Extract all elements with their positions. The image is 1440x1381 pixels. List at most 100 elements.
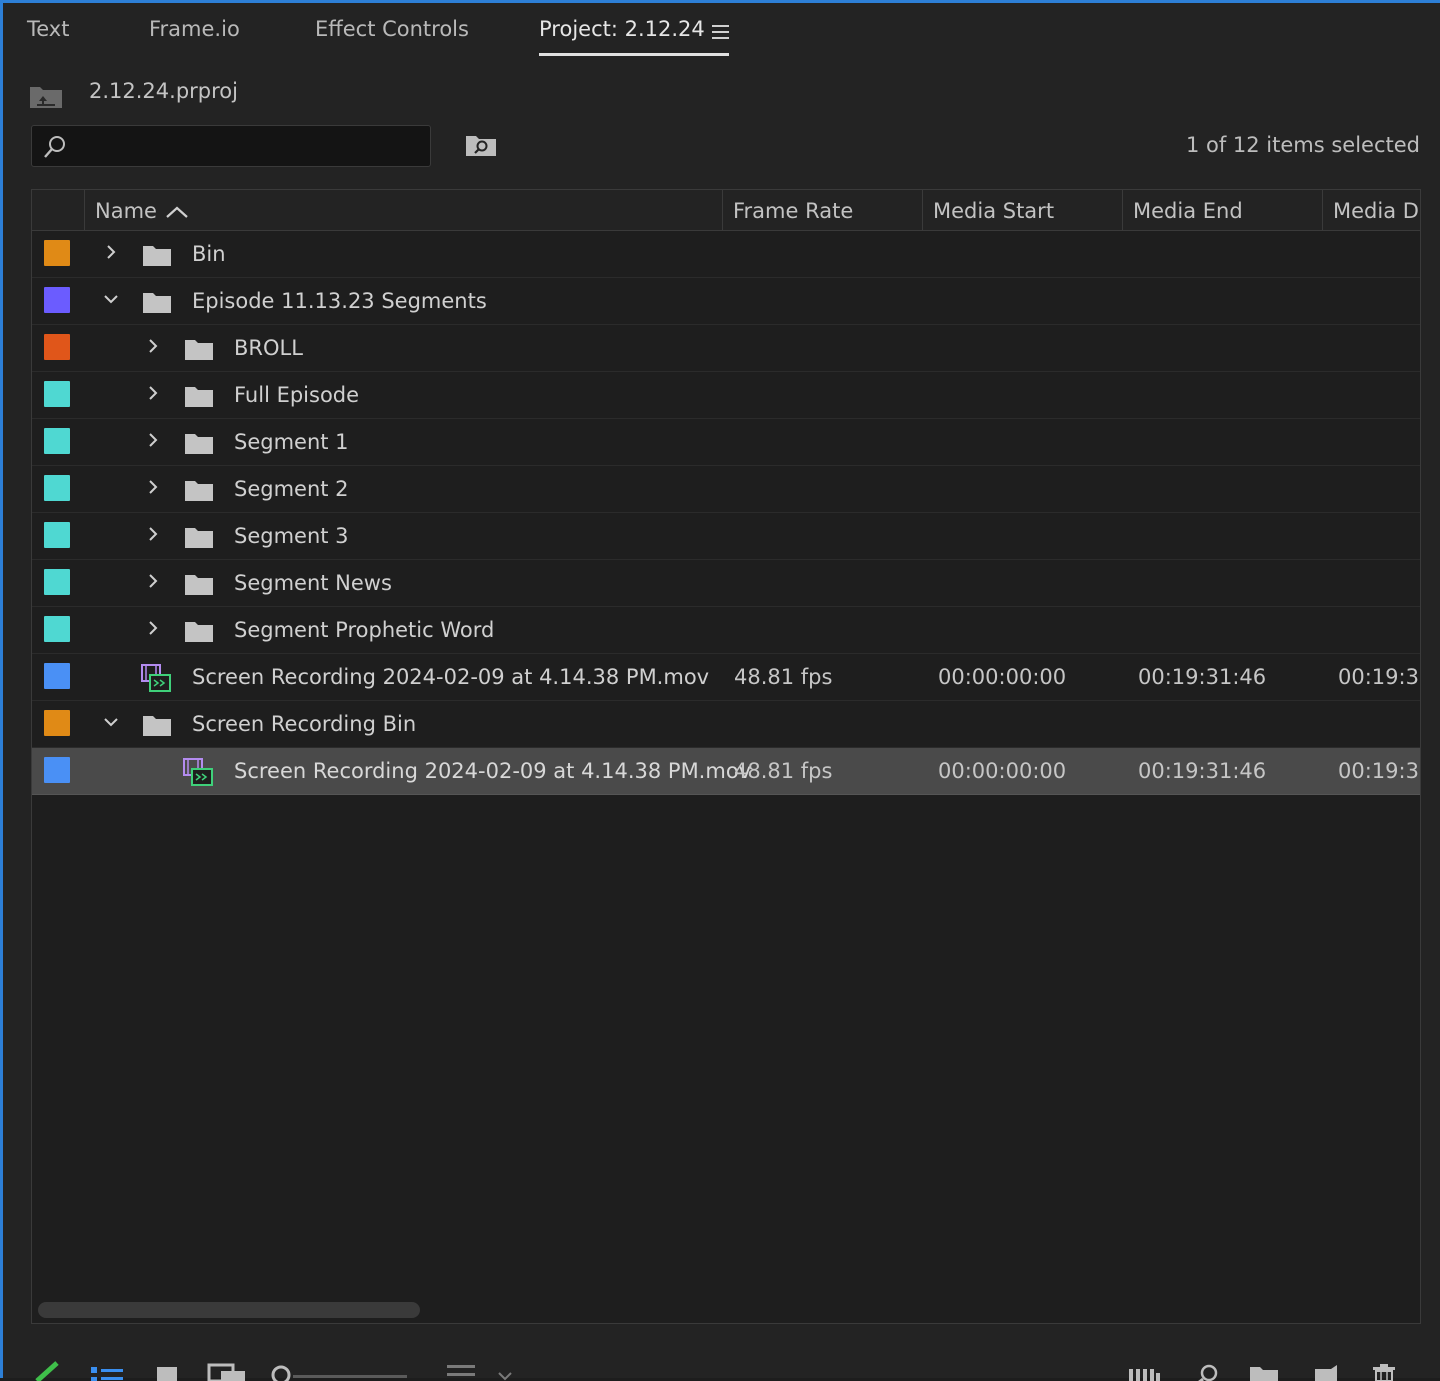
chevron-right-icon[interactable]	[102, 243, 120, 261]
column-header-media-end[interactable]: Media End	[1122, 190, 1322, 230]
label-color-swatch[interactable]	[44, 663, 70, 689]
label-color-swatch[interactable]	[44, 475, 70, 501]
bin-row[interactable]: Segment 1	[32, 419, 1420, 466]
bin-row[interactable]: Screen Recording Bin	[32, 701, 1420, 748]
item-name[interactable]: Screen Recording 2024-02-09 at 4.14.38 P…	[192, 665, 709, 689]
label-color-swatch[interactable]	[44, 616, 70, 642]
folder-icon	[185, 481, 213, 501]
column-header-name-label: Name	[95, 199, 157, 223]
chevron-right-icon[interactable]	[144, 525, 162, 543]
media-start-cell: 00:00:00:00	[938, 665, 1067, 689]
frame-rate-cell: 48.81 fps	[734, 759, 833, 783]
sort-ascending-icon	[166, 206, 188, 218]
item-name[interactable]: Segment 1	[234, 430, 349, 454]
search-icon	[44, 136, 65, 158]
table-body: Bin Episode 11.13.23 Segments BROLL Full Ep…	[32, 231, 1420, 795]
pencil-icon[interactable]	[33, 1361, 63, 1381]
tab-project[interactable]: Project: 2.12.24	[539, 17, 705, 41]
column-header-media-duration[interactable]: Media Du	[1322, 190, 1420, 230]
automate-to-sequence-icon[interactable]	[1127, 1361, 1161, 1381]
item-name[interactable]: Segment News	[234, 571, 392, 595]
item-name[interactable]: BROLL	[234, 336, 303, 360]
bin-row[interactable]: Segment Prophetic Word	[32, 607, 1420, 654]
panel-menu-icon[interactable]	[712, 25, 729, 41]
bin-row[interactable]: BROLL	[32, 325, 1420, 372]
selection-status: 1 of 12 items selected	[1185, 133, 1420, 157]
clear-icon[interactable]	[1371, 1361, 1397, 1381]
bin-row[interactable]: Segment 3	[32, 513, 1420, 560]
item-name[interactable]: Segment Prophetic Word	[234, 618, 494, 642]
search-input[interactable]	[82, 130, 426, 164]
bin-row[interactable]: Bin	[32, 231, 1420, 278]
item-name[interactable]: Full Episode	[234, 383, 359, 407]
media-start-cell: 00:00:00:00	[938, 759, 1067, 783]
item-name[interactable]: Bin	[192, 242, 226, 266]
media-duration-cell: 00:19:31	[1338, 759, 1420, 783]
label-color-swatch[interactable]	[44, 522, 70, 548]
bin-row[interactable]: Segment 2	[32, 466, 1420, 513]
chevron-right-icon[interactable]	[144, 619, 162, 637]
chevron-right-icon[interactable]	[144, 572, 162, 590]
panel-tab-bar: Text Frame.io Effect Controls Project: 2…	[3, 3, 1440, 63]
list-view-icon[interactable]	[91, 1361, 125, 1381]
label-color-swatch[interactable]	[44, 334, 70, 360]
column-header-name[interactable]: Name	[84, 190, 722, 230]
navigate-up-folder-icon[interactable]	[29, 83, 63, 109]
chevron-right-icon[interactable]	[144, 337, 162, 355]
table-header: Name Frame Rate Media Start Media End Me…	[32, 190, 1420, 231]
freeform-view-icon[interactable]	[207, 1361, 247, 1381]
clip-row[interactable]: Screen Recording 2024-02-09 at 4.14.38 P…	[32, 748, 1420, 795]
project-panel: Text Frame.io Effect Controls Project: 2…	[0, 0, 1440, 1381]
search-box[interactable]	[31, 125, 431, 167]
item-name[interactable]: Segment 2	[234, 477, 349, 501]
item-name[interactable]: Segment 3	[234, 524, 349, 548]
item-name[interactable]: Screen Recording Bin	[192, 712, 416, 736]
tab-frameio[interactable]: Frame.io	[149, 17, 240, 41]
item-name[interactable]: Screen Recording 2024-02-09 at 4.14.38 P…	[234, 759, 751, 783]
folder-icon	[143, 716, 171, 736]
project-items-table: Name Frame Rate Media Start Media End Me…	[31, 189, 1421, 1324]
chevron-right-icon[interactable]	[144, 478, 162, 496]
folder-icon	[185, 387, 213, 407]
active-tab-indicator	[539, 53, 729, 56]
label-color-swatch[interactable]	[44, 569, 70, 595]
media-end-cell: 00:19:31:46	[1138, 759, 1267, 783]
bin-row[interactable]: Full Episode	[32, 372, 1420, 419]
label-color-swatch[interactable]	[44, 240, 70, 266]
media-duration-cell: 00:19:31	[1338, 665, 1420, 689]
new-bin-icon[interactable]	[1249, 1361, 1279, 1381]
clip-row[interactable]: Screen Recording 2024-02-09 at 4.14.38 P…	[32, 654, 1420, 701]
label-color-column-header[interactable]	[32, 190, 84, 230]
bin-row[interactable]: Episode 11.13.23 Segments	[32, 278, 1420, 325]
video-clip-icon	[183, 758, 213, 786]
new-item-icon[interactable]	[1311, 1361, 1339, 1381]
folder-icon	[185, 528, 213, 548]
chevron-down-icon[interactable]	[102, 713, 120, 731]
horizontal-scrollbar[interactable]	[38, 1302, 420, 1318]
column-header-media-start[interactable]: Media Start	[922, 190, 1122, 230]
chevron-right-icon[interactable]	[144, 431, 162, 449]
chevron-right-icon[interactable]	[144, 384, 162, 402]
zoom-slider[interactable]	[269, 1361, 409, 1381]
column-header-frame-rate[interactable]: Frame Rate	[722, 190, 922, 230]
tab-text[interactable]: Text	[27, 17, 69, 41]
label-color-swatch[interactable]	[44, 381, 70, 407]
find-icon[interactable]	[1193, 1361, 1221, 1381]
label-color-swatch[interactable]	[44, 287, 70, 313]
label-color-swatch[interactable]	[44, 710, 70, 736]
label-color-swatch[interactable]	[44, 428, 70, 454]
icon-view-icon[interactable]	[155, 1361, 179, 1381]
folder-icon	[185, 340, 213, 360]
chevron-down-icon[interactable]	[102, 290, 120, 308]
item-name[interactable]: Episode 11.13.23 Segments	[192, 289, 487, 313]
find-in-project-icon[interactable]	[465, 133, 497, 157]
label-color-swatch[interactable]	[44, 757, 70, 783]
folder-icon	[143, 293, 171, 313]
sort-icons-icon[interactable]	[445, 1361, 517, 1381]
project-file-name: 2.12.24.prproj	[89, 79, 238, 103]
video-clip-icon	[141, 664, 171, 692]
bin-row[interactable]: Segment News	[32, 560, 1420, 607]
tab-effect-controls[interactable]: Effect Controls	[315, 17, 469, 41]
frame-rate-cell: 48.81 fps	[734, 665, 833, 689]
folder-icon	[143, 246, 171, 266]
